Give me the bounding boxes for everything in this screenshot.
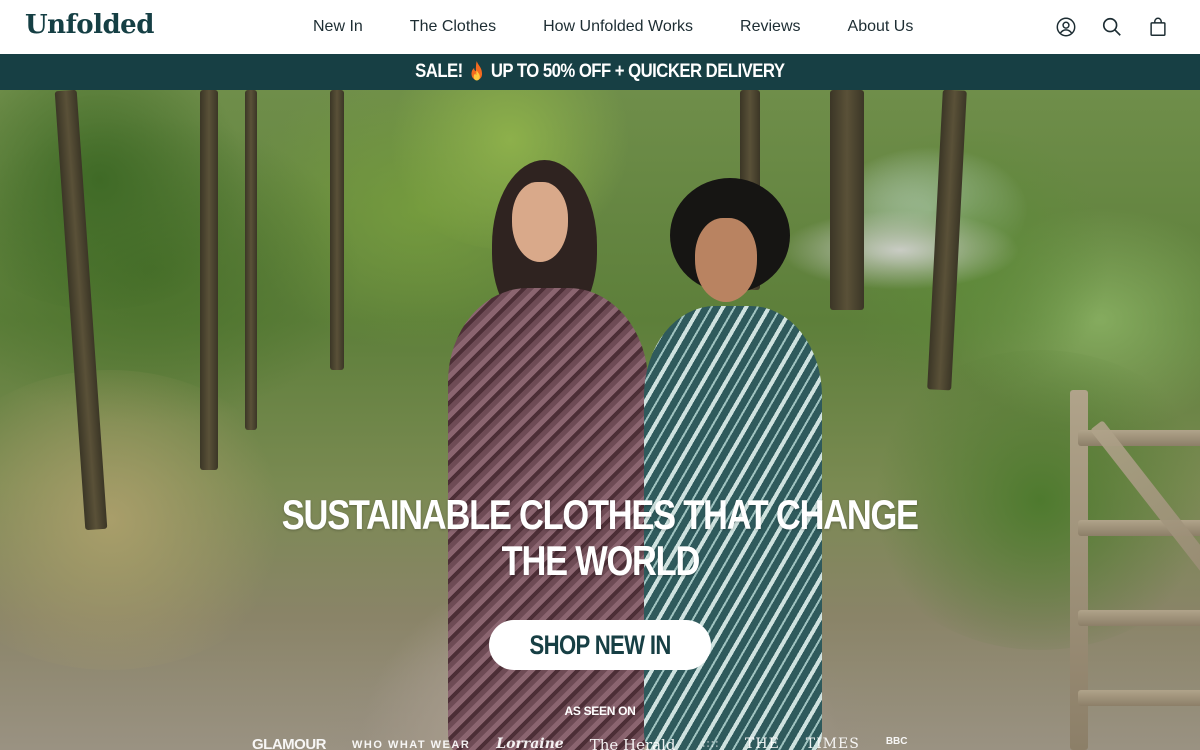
shopping-bag-icon[interactable] bbox=[1146, 15, 1170, 39]
promo-text: SALE! UP TO 50% OFF + QUICKER DELIVERY bbox=[415, 60, 785, 84]
account-icon[interactable] bbox=[1054, 15, 1078, 39]
shop-new-in-label: SHOP NEW IN bbox=[529, 629, 671, 660]
press-logo-dots: :::: bbox=[701, 736, 720, 750]
as-seen-on-label: AS SEEN ON bbox=[564, 704, 636, 718]
hero-title-line-2: THE WORLD bbox=[501, 537, 700, 584]
press-logo-times: TIMES bbox=[805, 736, 860, 750]
promo-sale-label: SALE! bbox=[415, 61, 463, 82]
hero-section: SUSTAINABLE CLOTHES THAT CHANGE THE WORL… bbox=[0, 90, 1200, 750]
promo-offer-label: UP TO 50% OFF + QUICKER DELIVERY bbox=[491, 61, 785, 82]
press-logo-the: THE bbox=[745, 736, 780, 750]
press-logo-glamour: GLAMOUR bbox=[252, 736, 327, 750]
press-logo-the-herald: The Herald bbox=[589, 736, 676, 750]
site-header: Unfolded New In The Clothes How Unfolded… bbox=[0, 0, 1200, 54]
hero-title-line-1: SUSTAINABLE CLOTHES THAT CHANGE bbox=[281, 491, 919, 538]
press-logo-lorraine: Lorraine bbox=[496, 736, 564, 750]
shop-new-in-button[interactable]: SHOP NEW IN bbox=[489, 620, 711, 670]
press-logo-bbc: BBC bbox=[885, 736, 908, 747]
promo-banner[interactable]: SALE! UP TO 50% OFF + QUICKER DELIVERY bbox=[0, 54, 1200, 90]
nav-how-unfolded-works[interactable]: How Unfolded Works bbox=[543, 18, 693, 36]
hero-title: SUSTAINABLE CLOTHES THAT CHANGE THE WORL… bbox=[0, 492, 1200, 584]
nav-about-us[interactable]: About Us bbox=[848, 18, 914, 36]
header-icons bbox=[1054, 15, 1170, 39]
nav-reviews[interactable]: Reviews bbox=[740, 18, 800, 36]
nav-new-in[interactable]: New In bbox=[313, 18, 363, 36]
search-icon[interactable] bbox=[1100, 15, 1124, 39]
site-logo[interactable]: Unfolded bbox=[25, 10, 154, 40]
nav-the-clothes[interactable]: The Clothes bbox=[410, 18, 496, 36]
fire-icon bbox=[471, 61, 483, 81]
main-nav: New In The Clothes How Unfolded Works Re… bbox=[313, 18, 913, 36]
press-logos: GLAMOUR WHO WHAT WEAR Lorraine The Heral… bbox=[252, 736, 907, 750]
press-logo-who-what-wear: WHO WHAT WEAR bbox=[352, 739, 471, 750]
